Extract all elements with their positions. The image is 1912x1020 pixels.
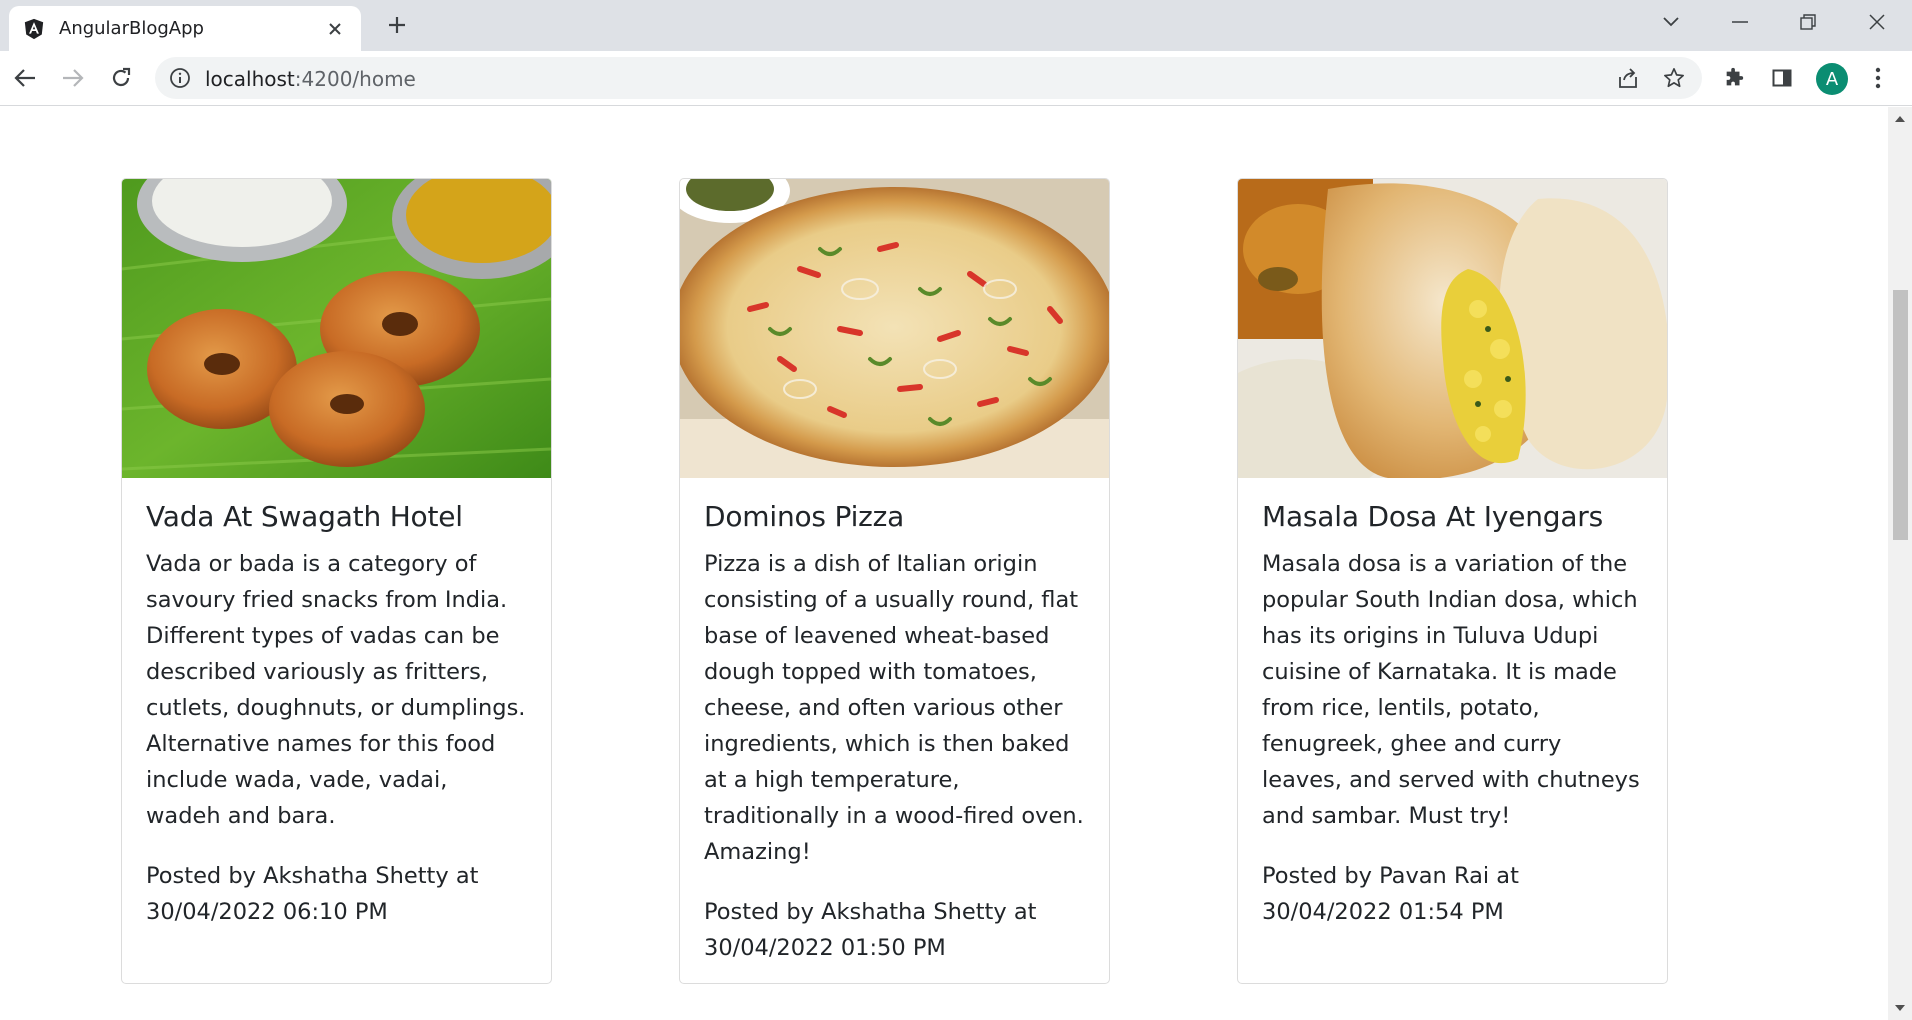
- close-window-icon[interactable]: [1857, 6, 1897, 38]
- address-bar[interactable]: localhost:4200/home: [155, 57, 1702, 99]
- post-body: Masala dosa is a variation of the popula…: [1262, 550, 1640, 829]
- post-title[interactable]: Masala Dosa At Iyengars: [1262, 500, 1643, 534]
- browser-toolbar: localhost:4200/home A: [0, 51, 1912, 106]
- vada-photo: [122, 179, 551, 478]
- share-icon[interactable]: [1612, 62, 1644, 94]
- scroll-up-arrow-icon[interactable]: [1888, 107, 1912, 131]
- profile-avatar[interactable]: A: [1816, 63, 1848, 95]
- scroll-down-arrow-icon[interactable]: [1888, 996, 1912, 1020]
- url-path: :4200/home: [294, 67, 416, 91]
- tab-search-chevron-icon[interactable]: [1651, 6, 1691, 38]
- pizza-photo: [680, 179, 1109, 478]
- post-title[interactable]: Dominos Pizza: [704, 500, 1085, 534]
- new-tab-icon[interactable]: [381, 9, 413, 41]
- more-menu-icon[interactable]: [1862, 62, 1894, 94]
- post-meta: Posted by Akshatha Shetty at 30/04/2022 …: [704, 898, 1037, 961]
- blog-post-card[interactable]: Vada At Swagath Hotel Vada or bada is a …: [121, 178, 552, 984]
- post-meta: Posted by Pavan Rai at 30/04/2022 01:54 …: [1262, 862, 1519, 925]
- tab-title: AngularBlogApp: [59, 18, 204, 39]
- dosa-photo: [1238, 179, 1667, 478]
- post-body: Pizza is a dish of Italian origin consis…: [704, 550, 1084, 865]
- minimize-icon[interactable]: [1720, 6, 1760, 38]
- extensions-puzzle-icon[interactable]: [1718, 62, 1750, 94]
- browser-tab[interactable]: AngularBlogApp: [9, 6, 361, 51]
- post-title[interactable]: Vada At Swagath Hotel: [146, 500, 527, 534]
- close-tab-icon[interactable]: [323, 17, 347, 41]
- back-arrow-icon[interactable]: [6, 59, 44, 97]
- page-content: Vada At Swagath Hotel Vada or bada is a …: [0, 107, 1888, 1020]
- forward-arrow-icon[interactable]: [54, 59, 92, 97]
- blog-post-card[interactable]: Masala Dosa At Iyengars Masala dosa is a…: [1237, 178, 1668, 984]
- reload-icon[interactable]: [102, 59, 140, 97]
- vertical-scrollbar[interactable]: [1888, 107, 1912, 1020]
- side-panel-icon[interactable]: [1766, 62, 1798, 94]
- browser-tab-bar: AngularBlogApp: [0, 0, 1912, 51]
- bookmark-star-icon[interactable]: [1658, 62, 1690, 94]
- scrollbar-thumb[interactable]: [1893, 290, 1908, 540]
- blog-post-card[interactable]: Dominos Pizza Pizza is a dish of Italian…: [679, 178, 1110, 984]
- url-text: localhost:4200/home: [205, 67, 416, 91]
- url-host: localhost: [205, 67, 295, 91]
- post-body: Vada or bada is a category of savoury fr…: [146, 550, 526, 829]
- site-info-icon[interactable]: [169, 67, 191, 89]
- restore-icon[interactable]: [1788, 6, 1828, 38]
- post-meta: Posted by Akshatha Shetty at 30/04/2022 …: [146, 862, 479, 925]
- angular-logo-icon: [24, 18, 44, 39]
